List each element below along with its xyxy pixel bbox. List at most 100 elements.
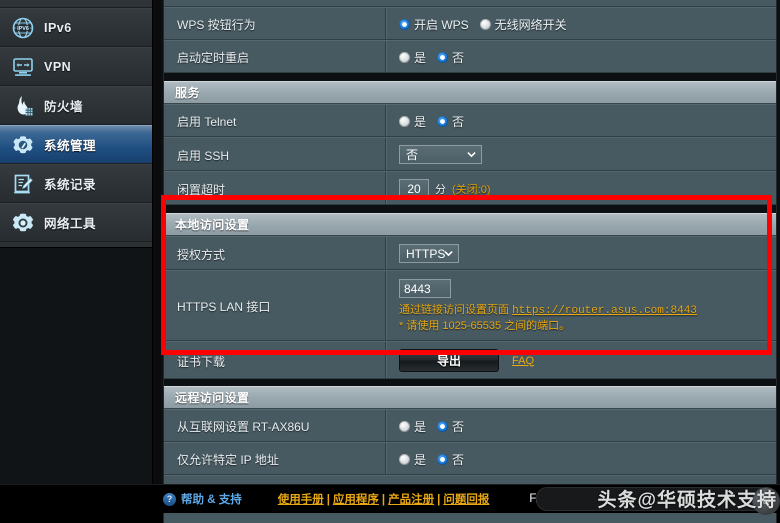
row-label: 证书下载 [164, 342, 386, 378]
row-label: 启用 SSH [164, 138, 386, 170]
select-value: 否 [406, 148, 419, 162]
radio-label: 无线网络开关 [494, 17, 567, 32]
sidebar-item-firewall[interactable]: 防火墙 [0, 86, 152, 125]
row-certificate-download: 证书下载 导出 FAQ [164, 341, 776, 379]
radio-label: 否 [452, 419, 465, 434]
footer-link-feedback[interactable]: 问题回报 [443, 494, 489, 506]
footer-link-registration[interactable]: 产品注册 [388, 494, 434, 506]
radio-reboot-yes[interactable]: 是 [399, 49, 426, 66]
section-gap [164, 73, 776, 81]
link-separator: | [381, 494, 386, 506]
radio-dot [399, 420, 410, 432]
sidebar-item-system-log[interactable]: 系统记录 [0, 164, 152, 203]
section-title: 远程访问设置 [175, 391, 250, 405]
row-label: WPS 按钮行为 [164, 8, 386, 39]
radio-dot-selected [437, 51, 449, 63]
sidebar-item-vpn[interactable]: VPN [0, 47, 152, 86]
row-label: 从互联网设置 RT-AX86U [164, 410, 386, 441]
row-value: HTTPS [386, 237, 776, 269]
row-enable-telnet: 启用 Telnet 是 否 [164, 104, 776, 137]
footer-pill-bar [536, 487, 770, 511]
sidebar-empty-area [0, 247, 152, 513]
select-value: HTTPS [406, 246, 446, 261]
section-title: 服务 [175, 86, 200, 100]
radio-label: 是 [414, 50, 427, 65]
radio-specific-ip-no[interactable]: 否 [437, 451, 464, 468]
footer-round-button[interactable]: ↻ [752, 487, 780, 515]
radio-wps-enable[interactable]: 开启 WPS [399, 16, 469, 33]
chevron-down-icon [444, 250, 453, 256]
section-gap [164, 205, 776, 213]
radio-wps-wifi-toggle[interactable]: 无线网络开关 [479, 16, 567, 33]
radio-label: 开启 WPS [414, 17, 469, 32]
sidebar-top-strip [0, 0, 152, 8]
sidebar-item-label: VPN [44, 59, 72, 74]
row-label: HTTPS LAN 接口 [164, 271, 386, 340]
remote-access-radio-group[interactable]: 是 否 [399, 418, 475, 435]
row-label: 仅允许特定 IP 地址 [164, 443, 386, 474]
vpn-monitor-icon [9, 53, 37, 81]
section-header-local-access: 本地访问设置 [164, 213, 776, 236]
telnet-radio-group[interactable]: 是 否 [399, 113, 475, 130]
chevron-down-icon [467, 151, 476, 157]
row-label: 授权方式 [164, 237, 386, 269]
sidebar-item-label: 防火墙 [44, 100, 84, 114]
sidebar-item-label: 系统记录 [44, 178, 97, 192]
radio-specific-ip-yes[interactable]: 是 [399, 451, 426, 468]
radio-label: 是 [414, 419, 427, 434]
radio-dot [399, 51, 410, 63]
specific-ip-radio-group[interactable]: 是 否 [399, 451, 475, 468]
auth-method-select[interactable]: HTTPS [399, 244, 459, 263]
note-access-link-line: 通过链接访问设置页面 https://router.asus.com:8443 [399, 303, 776, 319]
section-header-service: 服务 [164, 81, 776, 104]
router-admin-page: IPV6 IPv6 VPN 防火墙 系统管理 系统记录 网络工具 WPS 按钮行… [0, 0, 780, 523]
panel-top-edge [164, 0, 776, 7]
radio-dot-selected [437, 115, 449, 127]
sidebar-item-system-admin[interactable]: 系统管理 [0, 125, 152, 164]
row-allow-specific-ip: 仅允许特定 IP 地址 是 否 [164, 442, 776, 475]
row-value: 是 否 [386, 410, 776, 441]
radio-reboot-no[interactable]: 否 [437, 49, 464, 66]
row-auth-method: 授权方式 HTTPS [164, 236, 776, 270]
footer-link-utility[interactable]: 应用程序 [333, 494, 379, 506]
footer-links: 使用手册 | 应用程序 | 产品注册 | 问题回报 [278, 491, 490, 507]
radio-label: 否 [452, 452, 465, 467]
row-value: 导出 FAQ [386, 342, 776, 378]
section-gap [164, 379, 776, 386]
radio-dot-selected [437, 453, 449, 465]
radio-dot-selected [399, 18, 410, 30]
footer-link-manual[interactable]: 使用手册 [278, 494, 324, 506]
settings-panel: WPS 按钮行为 开启 WPS 无线网络开关 启动定时重启 是 否 服务 启用 … [163, 0, 777, 523]
row-scheduled-reboot: 启动定时重启 是 否 [164, 40, 776, 73]
radio-telnet-no[interactable]: 否 [437, 113, 464, 130]
radio-remote-no[interactable]: 否 [437, 418, 464, 435]
note-port-range: * 请使用 1025-65535 之间的端口。 [399, 320, 571, 332]
page-footer: ? 帮助 & 支持 使用手册|应用程序|产品注册|问题回报 FAQ ↻ 头条@华… [0, 484, 780, 515]
row-https-lan-port: HTTPS LAN 接口 通过链接访问设置页面 https://router.a… [164, 270, 776, 341]
wps-behavior-radio-group[interactable]: 开启 WPS 无线网络开关 [399, 16, 578, 33]
sidebar-item-network-tools[interactable]: 网络工具 [0, 203, 152, 242]
help-support-label: 帮助 & 支持 [181, 494, 242, 506]
radio-label: 是 [414, 114, 427, 129]
https-port-notes: 通过链接访问设置页面 https://router.asus.com:8443 … [399, 303, 776, 334]
link-separator: | [437, 494, 441, 506]
router-url-link[interactable]: https://router.asus.com:8443 [512, 305, 697, 317]
row-value: 开启 WPS 无线网络开关 [386, 8, 776, 39]
scheduled-reboot-radio-group[interactable]: 是 否 [399, 49, 475, 66]
radio-remote-yes[interactable]: 是 [399, 418, 426, 435]
row-idle-timeout: 闲置超时 分 (关闭:0) [164, 171, 776, 205]
sidebar-item-ipv6[interactable]: IPV6 IPv6 [0, 8, 152, 47]
export-certificate-button[interactable]: 导出 [399, 349, 499, 372]
idle-timeout-input[interactable] [399, 179, 429, 198]
sidebar-navigation: IPV6 IPv6 VPN 防火墙 系统管理 系统记录 网络工具 [0, 0, 153, 513]
ipv6-globe-icon: IPV6 [9, 14, 37, 42]
ssh-enable-select[interactable]: 否 [399, 145, 482, 164]
https-lan-port-input[interactable] [399, 279, 451, 298]
section-title: 本地访问设置 [175, 218, 250, 232]
log-clipboard-icon [9, 170, 37, 198]
section-header-remote-access: 远程访问设置 [164, 386, 776, 409]
radio-telnet-yes[interactable]: 是 [399, 113, 426, 130]
row-value: 是 否 [386, 41, 776, 72]
row-label: 启动定时重启 [164, 41, 386, 72]
certificate-faq-link[interactable]: FAQ [512, 355, 534, 367]
